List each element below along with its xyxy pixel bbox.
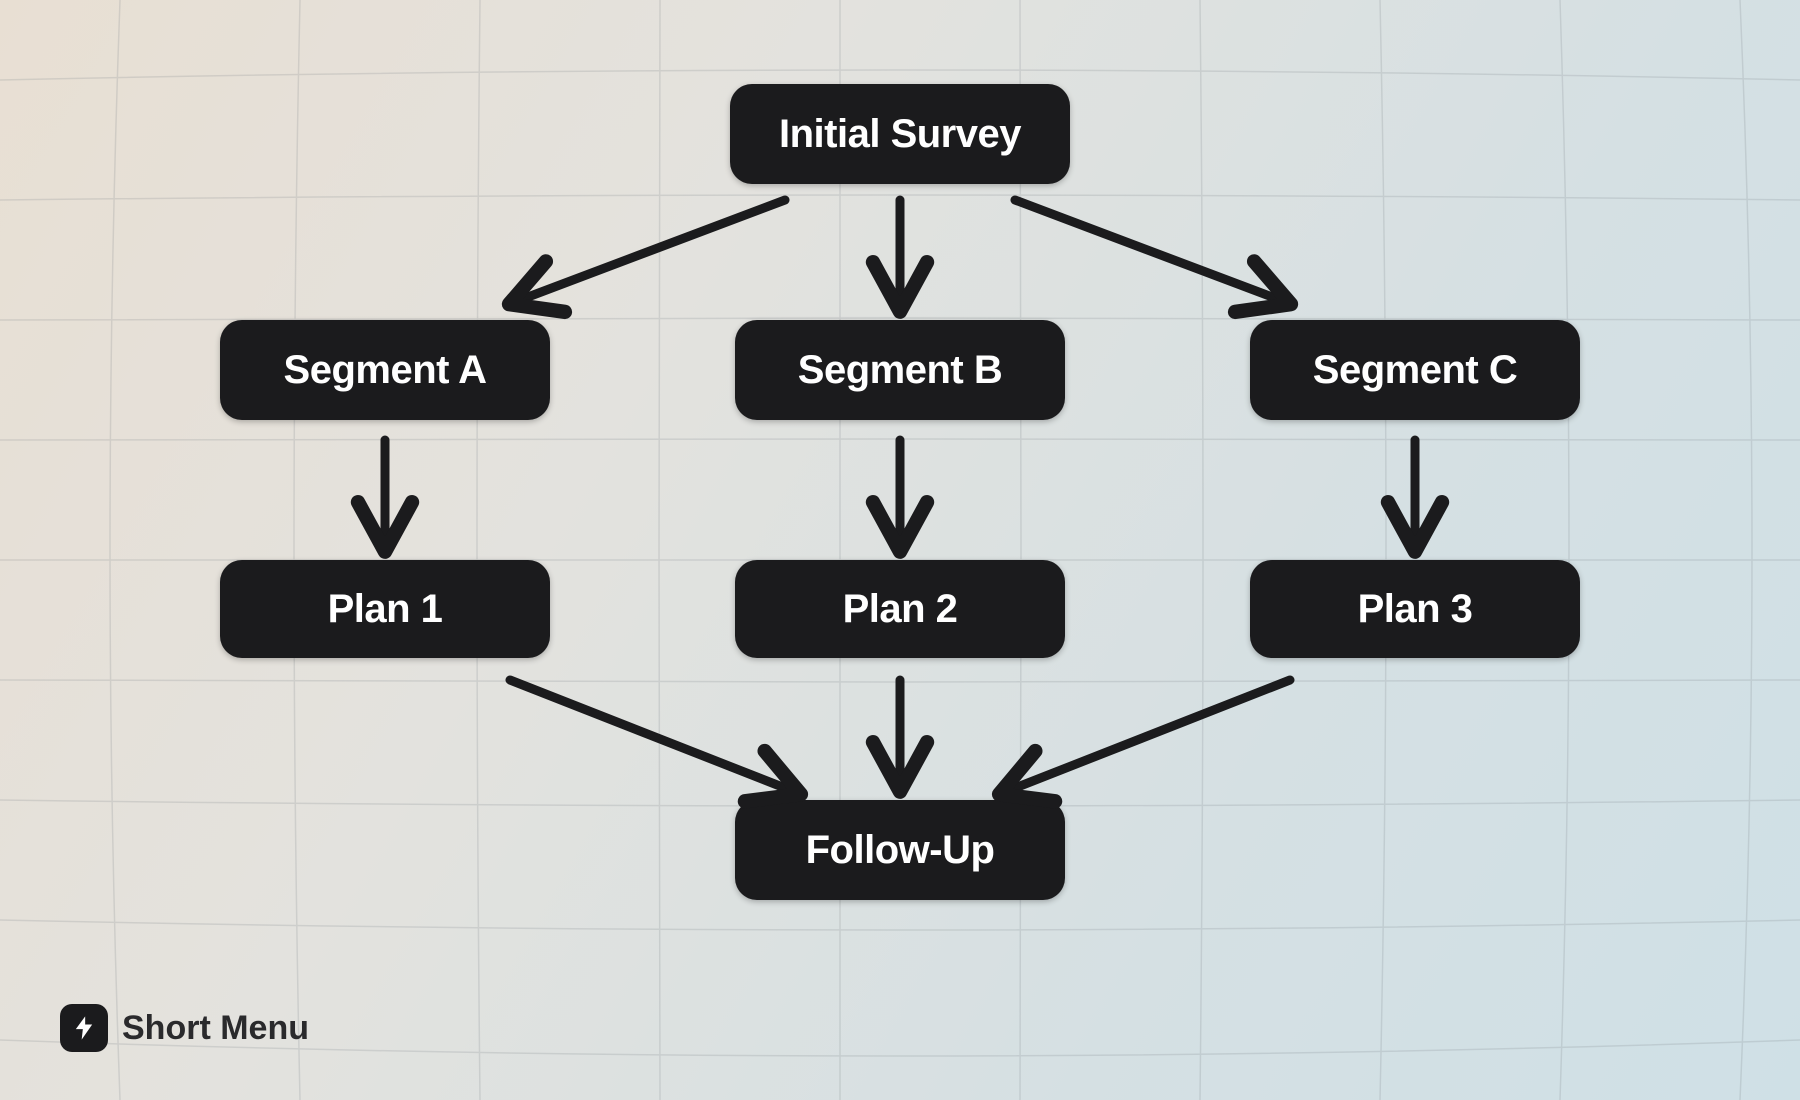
node-plan-2: Plan 2 xyxy=(735,560,1065,658)
node-label: Plan 1 xyxy=(328,587,443,632)
arrow-initial-to-segment-a xyxy=(520,200,785,300)
node-label: Plan 2 xyxy=(843,587,958,632)
diagram-canvas: Initial Survey Segment A Segment B Segme… xyxy=(0,0,1800,1100)
arrow-initial-to-segment-c xyxy=(1015,200,1280,300)
node-label: Initial Survey xyxy=(779,112,1021,157)
brand-label: Short Menu xyxy=(122,1009,309,1048)
node-label: Follow-Up xyxy=(806,828,995,873)
node-label: Segment B xyxy=(798,348,1002,393)
lightning-icon xyxy=(60,1004,108,1052)
node-initial-survey: Initial Survey xyxy=(730,84,1070,184)
node-segment-a: Segment A xyxy=(220,320,550,420)
arrow-plan-3-to-follow-up xyxy=(1010,680,1290,790)
node-plan-1: Plan 1 xyxy=(220,560,550,658)
node-segment-b: Segment B xyxy=(735,320,1065,420)
node-segment-c: Segment C xyxy=(1250,320,1580,420)
node-label: Segment A xyxy=(284,348,487,393)
node-plan-3: Plan 3 xyxy=(1250,560,1580,658)
node-label: Segment C xyxy=(1313,348,1517,393)
node-label: Plan 3 xyxy=(1358,587,1473,632)
brand-short-menu[interactable]: Short Menu xyxy=(60,1004,309,1052)
node-follow-up: Follow-Up xyxy=(735,800,1065,900)
arrow-plan-1-to-follow-up xyxy=(510,680,790,790)
